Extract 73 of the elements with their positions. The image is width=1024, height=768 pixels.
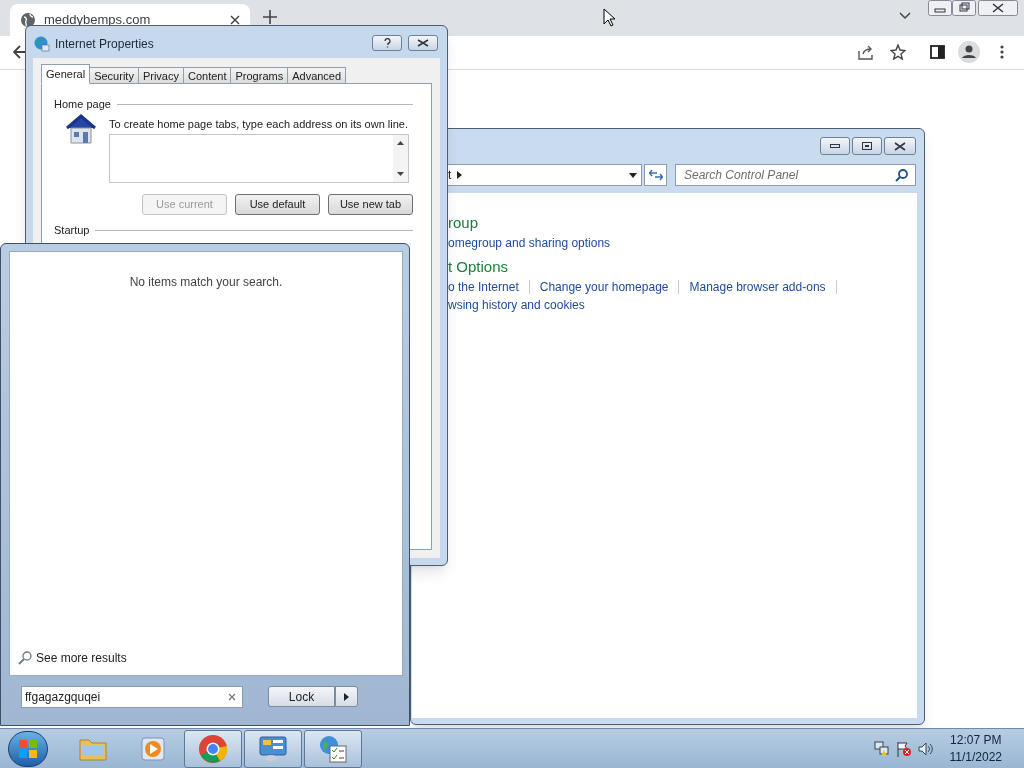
breadcrumb[interactable]: t — [448, 166, 452, 184]
dropdown-arrow-icon[interactable] — [629, 172, 637, 178]
taskbar-button[interactable] — [184, 729, 242, 768]
globe-checklist-icon — [318, 733, 348, 764]
tab-title: meddybemps.com — [44, 11, 152, 30]
share-icon[interactable] — [858, 45, 874, 60]
minimize-icon[interactable] — [928, 0, 952, 16]
close-button[interactable] — [408, 35, 438, 51]
task-link[interactable]: wsing history and cookies — [448, 297, 585, 313]
clock[interactable]: 12:07 PM 11/1/2022 — [949, 731, 1002, 766]
taskbar-button[interactable] — [304, 729, 362, 768]
clock-date: 11/1/2022 — [949, 748, 1002, 766]
dialog-button[interactable]: Use default — [235, 194, 320, 215]
clear-icon[interactable] — [228, 693, 236, 701]
help-button[interactable] — [372, 35, 402, 51]
see-more-results-link[interactable]: See more results — [18, 649, 127, 667]
play-icon — [140, 735, 166, 762]
close-icon[interactable] — [978, 0, 1018, 16]
lock-button[interactable]: Lock — [268, 686, 335, 707]
globe-icon — [34, 36, 50, 52]
chevron-down-icon[interactable] — [899, 12, 911, 20]
window-title: Internet Properties — [55, 36, 154, 53]
search-icon — [895, 169, 908, 182]
network-icon[interactable] — [873, 740, 890, 757]
task-link[interactable]: omegroup and sharing options — [448, 235, 611, 251]
task-link[interactable]: o the Internet — [448, 279, 519, 295]
star-icon[interactable] — [890, 44, 906, 60]
taskbar-button[interactable] — [244, 729, 302, 768]
search-icon — [18, 651, 32, 665]
group-label: Home page — [54, 97, 111, 112]
category-heading[interactable]: roup — [448, 213, 917, 233]
maximize-button[interactable] — [852, 137, 882, 155]
tab[interactable]: General — [41, 64, 91, 84]
close-button[interactable] — [884, 137, 916, 155]
profile-icon[interactable] — [958, 41, 980, 63]
no-results-message: No items match your search. — [129, 274, 283, 291]
task-link[interactable]: Change your homepage — [539, 279, 669, 295]
chrome-icon — [198, 733, 228, 764]
house-icon — [64, 113, 98, 145]
scrollbar[interactable] — [393, 135, 408, 182]
maximize-icon — [862, 142, 872, 150]
refresh-arrows-icon — [648, 169, 663, 181]
chevron-right-icon — [344, 692, 349, 701]
side-panel-icon[interactable] — [930, 45, 945, 59]
close-icon[interactable] — [230, 15, 240, 25]
refresh-button[interactable] — [644, 164, 667, 186]
search-field[interactable]: ffgagazgquqei — [21, 686, 243, 708]
close-icon — [894, 141, 906, 151]
new-tab-icon[interactable] — [263, 10, 277, 24]
windows-logo-icon — [19, 739, 37, 758]
category-heading[interactable]: t Options — [448, 257, 917, 277]
power-options-button[interactable] — [335, 686, 358, 707]
chevron-right-icon — [457, 171, 463, 179]
restore-icon[interactable] — [952, 0, 976, 16]
search-field[interactable]: Search Control Panel — [675, 164, 916, 186]
clock-time: 12:07 PM — [950, 731, 1002, 749]
minimize-icon — [830, 144, 840, 148]
menu-icon[interactable] — [1000, 45, 1004, 59]
question-mark-icon — [383, 38, 391, 48]
scroll-up-icon[interactable] — [397, 141, 404, 145]
group-label: Startup — [54, 223, 90, 238]
dialog-button[interactable]: Use new tab — [328, 194, 413, 215]
flag-icon[interactable] — [895, 740, 912, 757]
speaker-icon[interactable] — [917, 740, 934, 757]
scroll-down-icon[interactable] — [397, 172, 404, 176]
mouse-cursor-icon — [603, 8, 616, 27]
globe-icon — [20, 12, 36, 28]
start-button[interactable] — [8, 730, 48, 767]
instruction-text: To create home page tabs, type each address on its own line. — [109, 117, 408, 132]
minimize-button[interactable] — [820, 137, 850, 155]
task-link[interactable]: Manage browser add-ons — [689, 279, 826, 295]
control-panel-icon — [258, 734, 288, 763]
close-icon — [417, 39, 429, 47]
